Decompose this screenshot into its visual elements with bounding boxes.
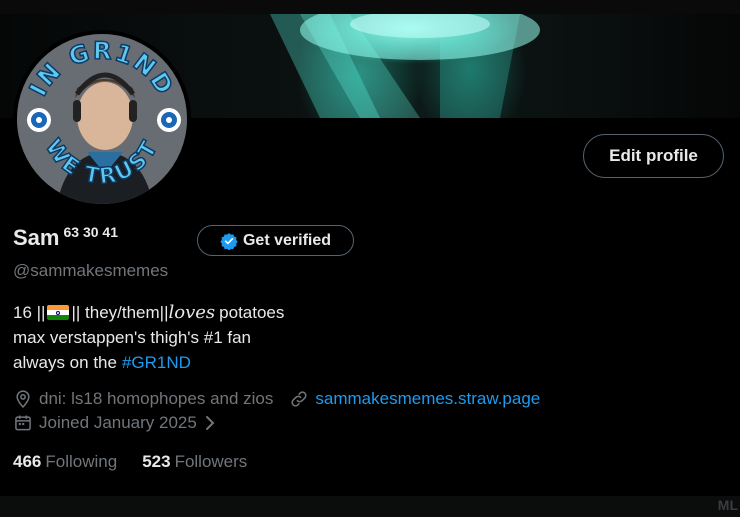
bottom-strip: ML [0,496,740,517]
followers-link[interactable]: 523 Followers [142,452,247,472]
bio-text-age: 16 || [13,303,46,322]
bio-line-1: 16 || || they/them|| loves potatoes [13,300,284,325]
joined-text: Joined January 2025 [39,413,197,432]
following-count: 466 [13,452,42,471]
get-verified-button[interactable]: Get verified [197,225,354,256]
follow-stats: 466 Following 523 Followers [13,452,272,472]
following-label: Following [45,452,118,471]
bio-text-potatoes: potatoes [219,303,285,322]
avatar[interactable]: IN GR1ND WE TRUST [13,30,191,208]
calendar-icon [13,413,33,433]
bio-text-pronouns: || they/them|| [71,303,169,322]
bottom-ghost-right: ML [717,497,738,513]
followers-label: Followers [174,452,248,471]
chevron-right-icon[interactable] [203,414,217,432]
bio-loves-sticker: loves [168,302,216,323]
bio-line-3: always on the #GR1ND [13,350,284,375]
get-verified-label: Get verified [242,231,332,249]
display-name-suffix: 63 30 41 [63,224,118,240]
joined-row: Joined January 2025 [13,413,217,433]
location-icon [13,389,33,409]
location-text: dni: ls18 homophopes and zios [39,389,274,408]
profile-meta-row: dni: ls18 homophopes and zios sammakesme… [13,389,540,409]
following-link[interactable]: 466 Following [13,452,117,472]
display-name: Sam [13,225,60,250]
followers-count: 523 [142,452,171,471]
avatar-image: IN GR1ND WE TRUST [17,34,187,204]
profile-handle: @sammakesmemes [13,261,169,280]
profile-bio: 16 || || they/them|| loves potatoes max … [13,300,284,375]
website-link[interactable]: sammakesmemes.straw.page [315,389,540,409]
edit-profile-button[interactable]: Edit profile [583,134,724,178]
link-icon [289,389,309,409]
name-row: Sam 63 30 41 [13,224,118,251]
verified-badge-icon [220,232,238,250]
avatar-art: IN GR1ND WE TRUST [17,34,187,204]
top-strip [0,0,740,14]
hashtag-link[interactable]: #GR1ND [122,350,191,375]
bio-line-2: max verstappen's thigh's #1 fan [13,328,252,347]
india-flag-icon [47,305,70,320]
bio-text-always: always on the [13,353,117,372]
